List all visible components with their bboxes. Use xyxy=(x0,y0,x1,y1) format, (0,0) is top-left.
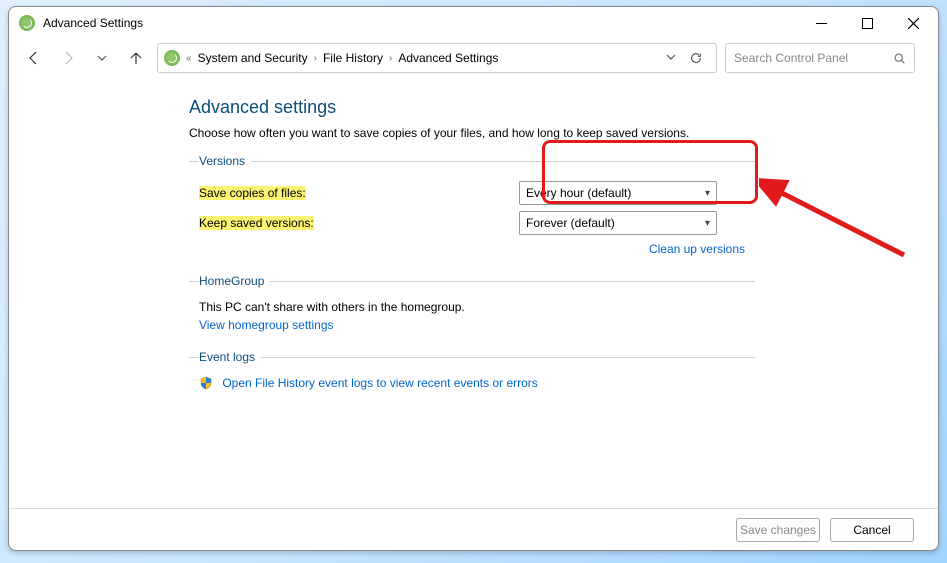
annotation-arrow xyxy=(759,177,919,267)
chevron-right-icon: › xyxy=(389,53,392,64)
group-homegroup: HomeGroup This PC can't share with other… xyxy=(189,274,755,338)
breadcrumb-seg-advanced[interactable]: Advanced Settings xyxy=(398,51,498,65)
group-versions-legend: Versions xyxy=(199,154,251,168)
search-icon xyxy=(893,52,906,65)
group-eventlogs-legend: Event logs xyxy=(199,350,261,364)
chevron-right-icon: › xyxy=(314,53,317,64)
keep-versions-value: Forever (default) xyxy=(526,216,615,230)
breadcrumb-seg-system[interactable]: System and Security xyxy=(198,51,308,65)
refresh-button[interactable] xyxy=(682,51,710,65)
minimize-button[interactable] xyxy=(798,8,844,38)
address-dropdown-icon[interactable] xyxy=(666,51,676,65)
window-frame: Advanced Settings « System and Security xyxy=(8,6,939,551)
footer-bar: Save changes Cancel xyxy=(9,508,938,550)
save-button[interactable]: Save changes xyxy=(736,518,820,542)
keep-versions-label: Keep saved versions: xyxy=(199,216,314,230)
window-title: Advanced Settings xyxy=(43,16,143,30)
group-eventlogs: Event logs Open File History event logs … xyxy=(189,350,755,396)
shield-icon xyxy=(199,376,213,390)
save-copies-value: Every hour (default) xyxy=(526,186,631,200)
titlebar: Advanced Settings xyxy=(9,7,938,39)
keep-versions-dropdown[interactable]: Forever (default) ▾ xyxy=(519,211,717,235)
content-area: Advanced settings Choose how often you w… xyxy=(9,77,938,508)
search-input[interactable]: Search Control Panel xyxy=(725,43,915,73)
forward-button[interactable] xyxy=(55,45,81,71)
address-bar[interactable]: « System and Security › File History › A… xyxy=(157,43,717,73)
app-icon xyxy=(19,15,35,31)
breadcrumb-prefix: « xyxy=(186,53,192,64)
up-button[interactable] xyxy=(123,45,149,71)
save-copies-dropdown[interactable]: Every hour (default) ▾ xyxy=(519,181,717,205)
cancel-button[interactable]: Cancel xyxy=(830,518,914,542)
page-title: Advanced settings xyxy=(189,97,918,118)
chevron-down-icon: ▾ xyxy=(705,188,710,199)
homegroup-link[interactable]: View homegroup settings xyxy=(199,318,334,332)
cleanup-versions-link[interactable]: Clean up versions xyxy=(649,242,745,256)
group-versions: Versions Save copies of files: Every hou… xyxy=(189,154,755,262)
maximize-button[interactable] xyxy=(844,8,890,38)
control-panel-icon xyxy=(164,50,180,66)
search-placeholder: Search Control Panel xyxy=(734,51,893,65)
homegroup-text: This PC can't share with others in the h… xyxy=(199,298,755,318)
chevron-down-icon: ▾ xyxy=(705,218,710,229)
save-copies-label: Save copies of files: xyxy=(199,186,306,200)
page-description: Choose how often you want to save copies… xyxy=(189,126,918,140)
toolbar: « System and Security › File History › A… xyxy=(9,39,938,77)
eventlogs-link[interactable]: Open File History event logs to view rec… xyxy=(222,376,537,390)
back-button[interactable] xyxy=(21,45,47,71)
breadcrumb-seg-filehistory[interactable]: File History xyxy=(323,51,383,65)
close-button[interactable] xyxy=(890,8,936,38)
group-homegroup-legend: HomeGroup xyxy=(199,274,270,288)
recent-dropdown[interactable] xyxy=(89,45,115,71)
